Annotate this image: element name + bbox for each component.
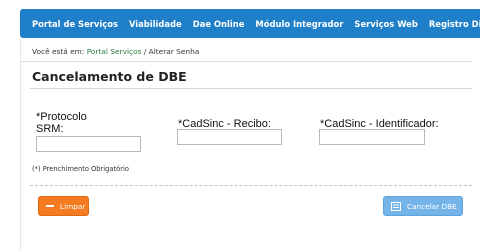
- required-fields-note: (*) Prenchimento Obrigatório: [32, 165, 129, 173]
- breadcrumb-prefix: Você está em:: [32, 47, 87, 56]
- nav-item-dae-online[interactable]: Dae Online: [193, 19, 245, 29]
- protocolo-srm-label: *Protocolo SRM:: [36, 111, 87, 135]
- page-title: Cancelamento de DBE: [32, 69, 187, 84]
- breadcrumb: Você está em: Portal Serviços / Alterar …: [32, 47, 199, 56]
- main-navbar: Portal de Serviços Viabilidade Dae Onlin…: [20, 9, 480, 38]
- cancel-dbe-button[interactable]: Cancelar DBE: [383, 196, 463, 216]
- nav-item-viabilidade[interactable]: Viabilidade: [129, 19, 182, 29]
- nav-item-registro-digital[interactable]: Registro Digital: [429, 19, 480, 29]
- clear-button[interactable]: Limpar: [38, 196, 89, 216]
- cadsinc-identificador-input[interactable]: [319, 129, 425, 145]
- title-divider: [30, 88, 472, 89]
- protocolo-srm-input[interactable]: [36, 136, 141, 152]
- form-divider: [30, 185, 472, 186]
- clear-button-label: Limpar: [60, 201, 86, 211]
- breadcrumb-divider: [20, 61, 472, 62]
- minus-icon: [45, 202, 54, 211]
- breadcrumb-current: / Alterar Senha: [141, 47, 200, 56]
- document-icon: [391, 201, 401, 211]
- cadsinc-recibo-input[interactable]: [177, 129, 282, 145]
- nav-item-portal-servicos[interactable]: Portal de Serviços: [32, 19, 118, 29]
- content-left-border: [20, 38, 21, 250]
- nav-item-servicos-web[interactable]: Serviços Web: [354, 19, 417, 29]
- breadcrumb-link-portal-servicos[interactable]: Portal Serviços: [87, 47, 142, 56]
- nav-item-modulo-integrador[interactable]: Módulo Integrador: [255, 19, 343, 29]
- cancel-dbe-button-label: Cancelar DBE: [407, 201, 457, 211]
